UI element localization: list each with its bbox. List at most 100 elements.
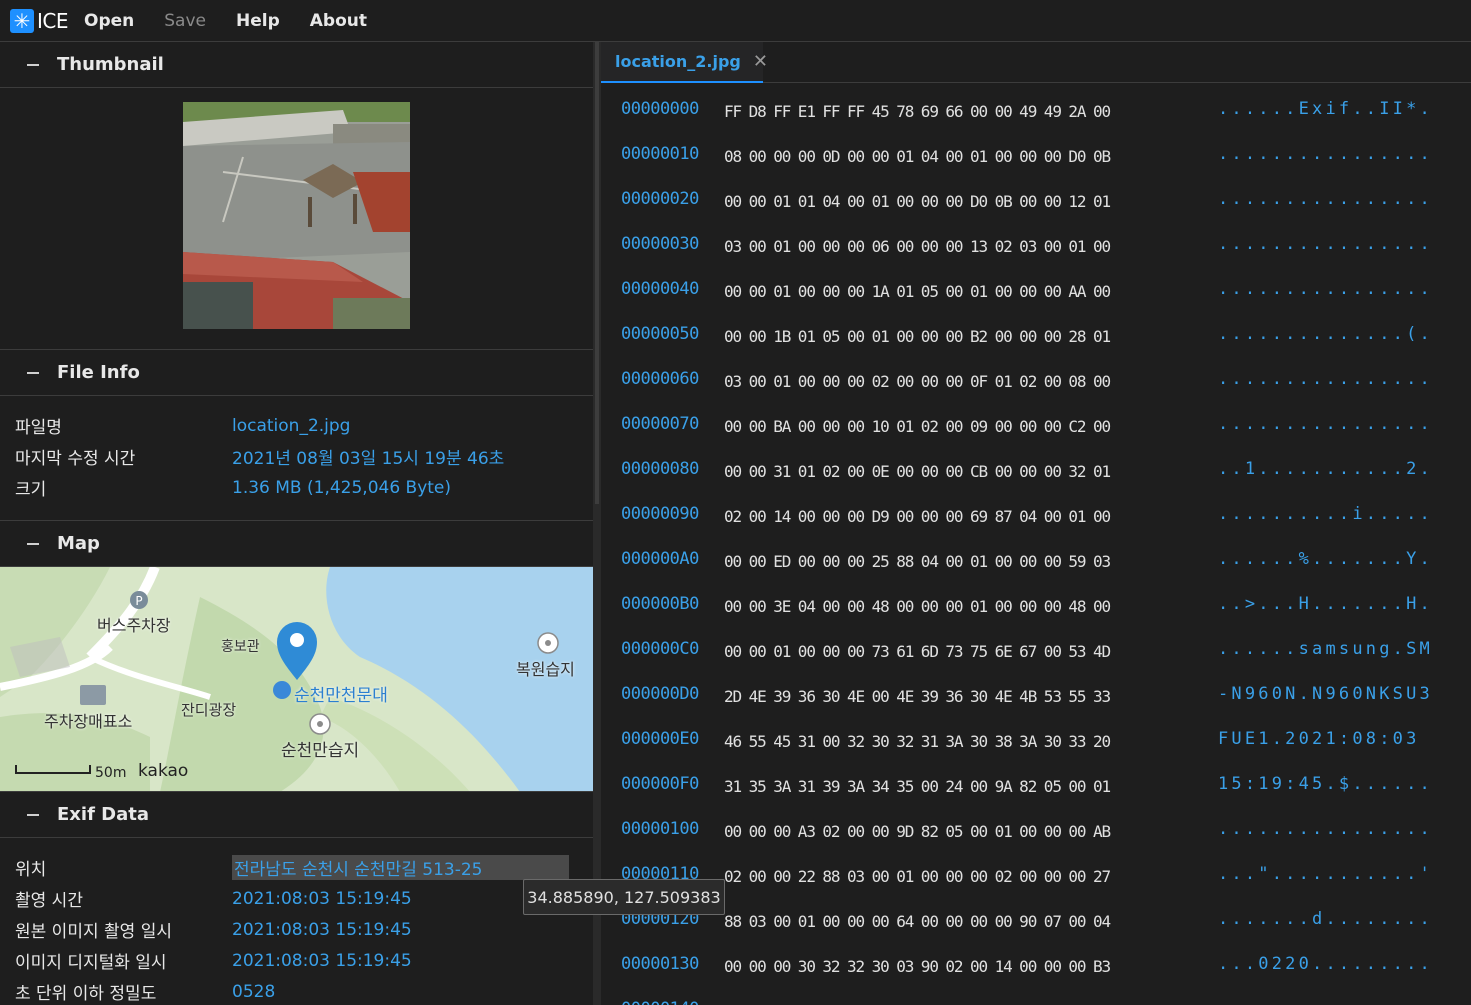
hex-ascii[interactable]: ......%.......Y. bbox=[1218, 549, 1433, 569]
left-panel: Thumbnail File Info 파일명 location_2.jpg 마… bbox=[0, 42, 593, 1005]
hex-ascii[interactable]: ...0220......... bbox=[1218, 954, 1433, 974]
hex-ascii[interactable]: ..............(. bbox=[1218, 324, 1433, 344]
info-value: 2021년 08월 03일 15시 19분 46초 bbox=[232, 449, 505, 469]
menu-open[interactable]: Open bbox=[84, 11, 134, 31]
hex-row: 0000014000 00 00 C7 00 00 00 04 00 00 00… bbox=[601, 999, 1471, 1005]
tab-bar: location_2.jpg ✕ bbox=[601, 42, 1471, 83]
tab-label[interactable]: location_2.jpg bbox=[615, 52, 741, 71]
hex-bytes[interactable]: 03 00 01 00 00 00 02 00 00 00 0F 01 02 0… bbox=[724, 372, 1111, 391]
hex-bytes[interactable]: 00 00 00 30 32 32 30 03 90 02 00 14 00 0… bbox=[724, 957, 1111, 976]
map-label-wetland[interactable]: 순천만습지 bbox=[281, 736, 359, 761]
hex-bytes[interactable]: 2D 4E 39 36 30 4E 00 4E 39 36 30 4E 4B 5… bbox=[724, 687, 1111, 706]
map-label-main[interactable]: 순천만천문대 bbox=[294, 681, 388, 706]
map-header[interactable]: Map bbox=[0, 521, 593, 567]
file-info-row: 크기 1.36 MB (1,425,046 Byte) bbox=[0, 472, 593, 503]
exif-value: 0528 bbox=[232, 981, 276, 1002]
map-label-bokwon[interactable]: 복원습지 bbox=[516, 656, 575, 680]
hex-ascii[interactable]: ................ bbox=[1218, 999, 1433, 1005]
hex-row: 000000B0 00 00 3E 04 00 00 48 00 00 00 01… bbox=[601, 594, 1471, 639]
section-title: Map bbox=[57, 533, 100, 554]
scrollbar-thumb[interactable] bbox=[595, 42, 599, 504]
hex-bytes[interactable]: 46 55 45 31 00 32 30 32 31 3A 30 38 3A 3… bbox=[724, 732, 1111, 751]
map-label-jandi[interactable]: 잔디광장 bbox=[181, 699, 236, 720]
map-label-hongbogwan[interactable]: 홍보관 bbox=[221, 636, 260, 656]
map-label-bus-parking[interactable]: 버스주차장 bbox=[97, 612, 171, 636]
svg-text:P: P bbox=[135, 594, 142, 608]
hex-bytes[interactable]: 02 00 14 00 00 00 D9 00 00 00 69 87 04 0… bbox=[724, 507, 1111, 526]
exif-row: 원본 이미지 촬영 일시 2021:08:03 15:19:45 bbox=[0, 914, 593, 945]
hex-bytes[interactable]: 00 00 00 A3 02 00 00 9D 82 05 00 01 00 0… bbox=[724, 822, 1111, 841]
hex-bytes[interactable]: 03 00 01 00 00 00 06 00 00 00 13 02 03 0… bbox=[724, 237, 1111, 256]
hex-bytes[interactable]: 00 00 01 00 00 00 73 61 6D 73 75 6E 67 0… bbox=[724, 642, 1111, 661]
hex-ascii[interactable]: ................ bbox=[1218, 144, 1433, 164]
exif-location-value[interactable]: 전라남도 순천시 순천만길 513-25 bbox=[232, 855, 569, 880]
hex-row: 00000010 08 00 00 00 0D 00 00 01 04 00 01… bbox=[601, 144, 1471, 189]
hex-ascii[interactable]: -N960N.N960NKSU3 bbox=[1218, 684, 1433, 704]
snowflake-icon: ✳ bbox=[10, 8, 34, 33]
hex-offset: 00000050 bbox=[621, 324, 699, 344]
hex-ascii[interactable]: 15:19:45.$...... bbox=[1218, 774, 1433, 794]
hex-ascii[interactable]: ................ bbox=[1218, 369, 1433, 389]
hex-offset: 000000B0 bbox=[621, 594, 699, 614]
section-title: Exif Data bbox=[57, 804, 150, 825]
hex-bytes[interactable]: 00 00 01 00 00 00 1A 01 05 00 01 00 00 0… bbox=[724, 282, 1111, 301]
section-title: File Info bbox=[57, 362, 140, 383]
hex-ascii[interactable]: ................ bbox=[1218, 819, 1433, 839]
collapse-icon[interactable] bbox=[27, 542, 39, 545]
hex-row: 00000040 00 00 01 00 00 00 1A 01 05 00 01… bbox=[601, 279, 1471, 324]
hex-ascii[interactable]: ..."...........' bbox=[1218, 864, 1433, 884]
collapse-icon[interactable] bbox=[27, 813, 39, 816]
info-key: 크기 bbox=[15, 480, 47, 500]
hex-ascii[interactable]: ................ bbox=[1218, 234, 1433, 254]
hex-offset: 00000070 bbox=[621, 414, 699, 434]
file-info-header[interactable]: File Info bbox=[0, 350, 593, 396]
tab-file[interactable]: location_2.jpg ✕ bbox=[601, 42, 768, 83]
map-view[interactable]: P 버스주차장 홍보관 순천만천문대 복원습지 주차장매표소 잔디광장 순천만습… bbox=[0, 567, 593, 792]
hex-ascii[interactable]: ..1...........2. bbox=[1218, 459, 1433, 479]
exif-value: 2021:08:03 15:19:45 bbox=[232, 888, 412, 909]
close-icon[interactable]: ✕ bbox=[753, 51, 768, 72]
exif-list: 위치 전라남도 순천시 순천만길 513-25 촬영 시간 2021:08:03… bbox=[0, 838, 593, 1005]
hex-offset: 00000130 bbox=[621, 954, 699, 974]
hex-bytes[interactable]: 00 00 31 01 02 00 0E 00 00 00 CB 00 00 0… bbox=[724, 462, 1111, 481]
map-label-ticket[interactable]: 주차장매표소 bbox=[44, 708, 132, 732]
hex-viewer[interactable]: 00000000 FF D8 FF E1 FF FF 45 78 69 66 00… bbox=[601, 83, 1471, 1005]
exif-key: 촬영 시간 bbox=[15, 891, 83, 911]
hex-bytes[interactable]: 00 00 1B 01 05 00 01 00 00 00 B2 00 00 0… bbox=[724, 327, 1111, 346]
hex-bytes[interactable]: FF D8 FF E1 FF FF 45 78 69 66 00 00 49 4… bbox=[724, 102, 1111, 121]
hex-offset: 00000060 bbox=[621, 369, 699, 389]
exif-row: 촬영 시간 2021:08:03 15:19:45 bbox=[0, 883, 593, 914]
exif-value: 2021:08:03 15:19:45 bbox=[232, 950, 412, 971]
hex-ascii[interactable]: ................ bbox=[1218, 189, 1433, 209]
coordinates-tooltip: 34.885890, 127.509383 bbox=[523, 879, 725, 915]
hex-bytes[interactable]: 31 35 3A 31 39 3A 34 35 00 24 00 9A 82 0… bbox=[724, 777, 1111, 796]
hex-ascii[interactable]: ......Exif..II*. bbox=[1218, 99, 1433, 119]
hex-row: 00000090 02 00 14 00 00 00 D9 00 00 00 69… bbox=[601, 504, 1471, 549]
hex-offset: 000000A0 bbox=[621, 549, 699, 569]
hex-bytes[interactable]: 00 00 BA 00 00 00 10 01 02 00 09 00 00 0… bbox=[724, 417, 1111, 436]
hex-ascii[interactable]: .......d........ bbox=[1218, 909, 1433, 929]
hex-ascii[interactable]: ..........i..... bbox=[1218, 504, 1433, 524]
hex-bytes[interactable]: 00 00 01 01 04 00 01 00 00 00 D0 0B 00 0… bbox=[724, 192, 1111, 211]
hex-ascii[interactable]: FUE1.2021:08:03 bbox=[1218, 729, 1433, 749]
hex-row: 000000D0 2D 4E 39 36 30 4E 00 4E 39 36 30… bbox=[601, 684, 1471, 729]
hex-ascii[interactable]: ......samsung.SM bbox=[1218, 639, 1433, 659]
collapse-icon[interactable] bbox=[27, 371, 39, 374]
thumbnail-header[interactable]: Thumbnail bbox=[0, 42, 593, 88]
hex-bytes[interactable]: 00 00 3E 04 00 00 48 00 00 00 01 00 00 0… bbox=[724, 597, 1111, 616]
menu-save[interactable]: Save bbox=[164, 11, 206, 31]
hex-ascii[interactable]: ................ bbox=[1218, 414, 1433, 434]
collapse-icon[interactable] bbox=[27, 63, 39, 66]
hex-row: 00000060 03 00 01 00 00 00 02 00 00 00 0F… bbox=[601, 369, 1471, 414]
hex-ascii[interactable]: ..>...H.......H. bbox=[1218, 594, 1433, 614]
hex-row: 00000050 00 00 1B 01 05 00 01 00 00 00 B2… bbox=[601, 324, 1471, 369]
exif-header[interactable]: Exif Data bbox=[0, 792, 593, 838]
hex-row: 00000020 00 00 01 01 04 00 01 00 00 00 D0… bbox=[601, 189, 1471, 234]
hex-bytes[interactable]: 88 03 00 01 00 00 00 64 00 00 00 00 90 0… bbox=[724, 912, 1111, 931]
hex-bytes[interactable]: 08 00 00 00 0D 00 00 01 04 00 01 00 00 0… bbox=[724, 147, 1111, 166]
menu-about[interactable]: About bbox=[310, 11, 367, 31]
hex-bytes[interactable]: 02 00 00 22 88 03 00 01 00 00 00 02 00 0… bbox=[724, 867, 1111, 886]
menu-help[interactable]: Help bbox=[236, 11, 280, 31]
hex-ascii[interactable]: ................ bbox=[1218, 279, 1433, 299]
hex-bytes[interactable]: 00 00 ED 00 00 00 25 88 04 00 01 00 00 0… bbox=[724, 552, 1111, 571]
